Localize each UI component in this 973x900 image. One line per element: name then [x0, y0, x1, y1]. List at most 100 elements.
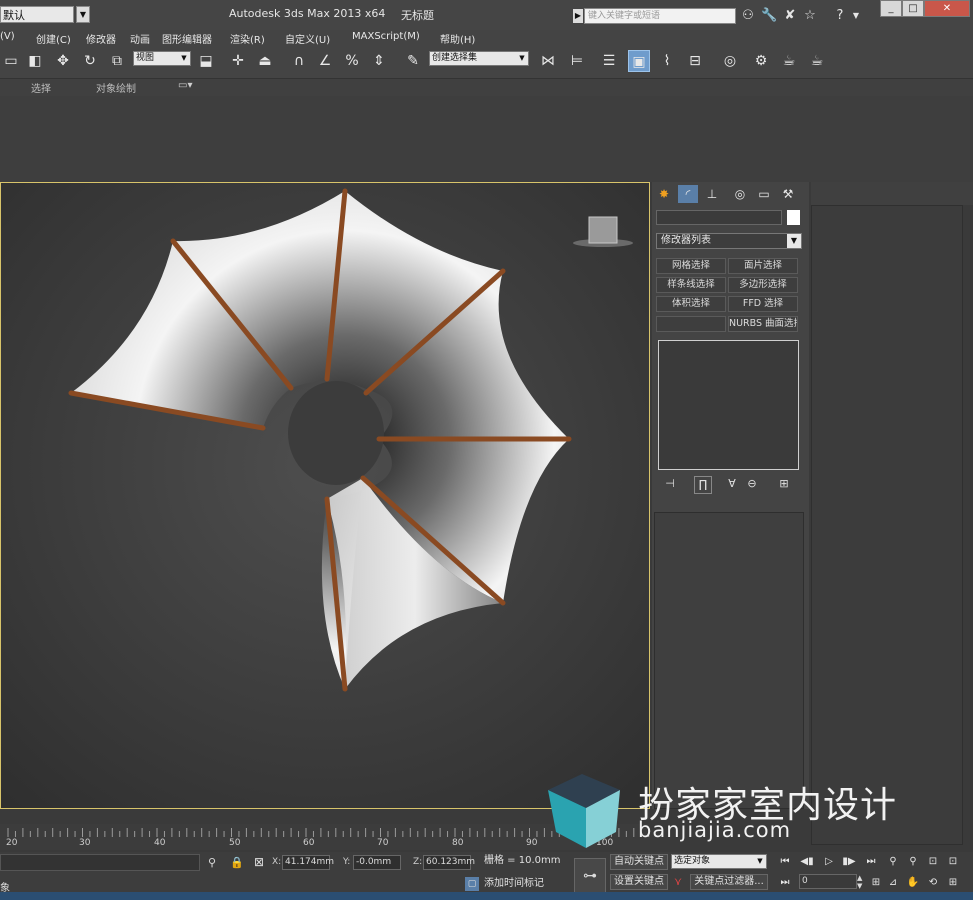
empty-modifier-button[interactable] — [656, 316, 726, 332]
patch-select-button[interactable]: 面片选择 — [728, 258, 798, 274]
help-icon[interactable]: ? — [832, 8, 848, 24]
graphite-toggle-icon[interactable]: ▣ — [628, 50, 650, 72]
create-tab-icon[interactable]: ✸ — [654, 185, 674, 203]
previous-frame-icon[interactable]: ◀▮ — [800, 855, 814, 869]
star-icon[interactable]: ☆ — [802, 8, 818, 24]
zoom-all-icon[interactable]: ⚲ — [906, 855, 920, 869]
lock-icon[interactable]: 🔒 — [230, 856, 244, 869]
menu-create[interactable]: 创建(C) — [36, 31, 71, 46]
go-to-start-icon[interactable]: ⏮ — [778, 855, 792, 869]
align-icon[interactable]: ⊨ — [566, 50, 588, 72]
material-editor-icon[interactable]: ◎ — [719, 50, 741, 72]
field-of-view-icon[interactable]: ⊿ — [886, 876, 900, 890]
edit-named-selection-icon[interactable]: ✎ — [402, 50, 424, 72]
reference-coord-dropdown[interactable]: 视图 ▼ — [133, 51, 191, 66]
scale-icon[interactable]: ⧉ — [106, 50, 128, 72]
volume-select-button[interactable]: 体积选择 — [656, 296, 726, 312]
menu-animation[interactable]: 动画 — [130, 31, 150, 46]
display-tab-icon[interactable]: ▭ — [754, 185, 774, 203]
keyboard-shortcut-icon[interactable]: ⏏ — [254, 50, 276, 72]
search-expand-icon[interactable]: ▶ — [573, 9, 583, 23]
render-production-icon[interactable]: ☕ — [806, 50, 828, 72]
make-unique-icon[interactable]: ∀ — [724, 476, 740, 492]
percent-snap-icon[interactable]: % — [341, 50, 363, 72]
curve-editor-icon[interactable]: ⌇ — [656, 50, 678, 72]
ribbon-tab-select[interactable]: 选择 — [31, 80, 51, 95]
ribbon-tab-object-paint[interactable]: 对象绘制 — [96, 80, 136, 95]
exchange-icon[interactable]: ✘ — [782, 8, 798, 24]
menu-rendering[interactable]: 渲染(R) — [230, 31, 265, 46]
key-mode-icon[interactable]: ⏭ — [778, 876, 792, 890]
menu-view[interactable]: (V) — [0, 31, 15, 42]
help-dropdown-icon[interactable]: ▼ — [848, 8, 864, 24]
render-frame-icon[interactable]: ☕ — [778, 50, 800, 72]
y-coord-field[interactable]: -0.0mm — [353, 855, 401, 870]
minimize-button[interactable]: _ — [880, 0, 902, 17]
key-filter-dropdown[interactable]: 选定对象 ▼ — [671, 854, 767, 869]
add-time-tag-button[interactable]: 添加时间标记 — [484, 877, 554, 893]
zoom-extents-icon[interactable]: ⊡ — [926, 855, 940, 869]
isolate-icon[interactable]: ⚲ — [208, 856, 216, 869]
z-coord-field[interactable]: 60.123mm — [423, 855, 475, 870]
chevron-down-icon[interactable]: ▼ — [76, 6, 90, 23]
time-config-icon[interactable]: ⊞ — [869, 876, 883, 890]
next-frame-icon[interactable]: ▮▶ — [842, 855, 856, 869]
workspace-select[interactable]: 默认 — [0, 6, 74, 23]
utilities-tab-icon[interactable]: ⚒ — [778, 185, 798, 203]
orbit-icon[interactable]: ⟲ — [926, 876, 940, 890]
play-icon[interactable]: ▷ — [822, 855, 836, 869]
spline-select-button[interactable]: 样条线选择 — [656, 277, 726, 293]
window-crossing-icon[interactable]: ◧ — [24, 50, 46, 72]
poly-select-button[interactable]: 多边形选择 — [728, 277, 798, 293]
pin-stack-icon[interactable]: ⊣ — [662, 476, 678, 492]
layer-manager-icon[interactable]: ☰ — [598, 50, 620, 72]
object-name-field[interactable] — [656, 210, 782, 225]
remove-modifier-icon[interactable]: ⊖ — [744, 476, 760, 492]
go-to-end-icon[interactable]: ⏭ — [864, 855, 878, 869]
spinner-snap-icon[interactable]: ⇕ — [368, 50, 390, 72]
set-key-button[interactable]: 设置关键点 — [610, 874, 668, 890]
pivot-center-icon[interactable]: ⬓ — [195, 50, 217, 72]
frame-spinner-icon[interactable]: ▲ ▼ — [857, 874, 862, 890]
key-icon[interactable]: 🔧 — [761, 8, 777, 24]
modifier-stack[interactable] — [658, 340, 799, 470]
key-filters-button[interactable]: 关键点过滤器... — [690, 874, 768, 890]
object-color-swatch[interactable] — [787, 210, 800, 225]
modify-tab-icon[interactable]: ◜ — [678, 185, 698, 203]
ribbon-options-icon[interactable]: ▭▾ — [178, 80, 192, 91]
close-button[interactable]: ✕ — [924, 0, 970, 17]
select-region-icon[interactable]: ▭ — [0, 50, 22, 72]
search-input[interactable]: 键入关键字或短语 — [584, 8, 736, 24]
x-coord-field[interactable]: 41.174mm — [282, 855, 334, 870]
maximize-viewport-icon[interactable]: ⊞ — [946, 876, 960, 890]
zoom-icon[interactable]: ⚲ — [886, 855, 900, 869]
menu-modifiers[interactable]: 修改器 — [86, 31, 116, 46]
current-frame-field[interactable]: 0 — [799, 874, 857, 889]
render-setup-icon[interactable]: ⚙ — [750, 50, 772, 72]
auto-key-button[interactable]: 自动关键点 — [610, 854, 668, 870]
set-key-icon[interactable]: ⊶ — [574, 858, 606, 894]
zoom-extents-all-icon[interactable]: ⊡ — [946, 855, 960, 869]
maxscript-listener-field[interactable] — [0, 854, 200, 871]
hierarchy-tab-icon[interactable]: ⊥ — [702, 185, 722, 203]
menu-maxscript[interactable]: MAXScript(M) — [352, 31, 420, 42]
ffd-select-button[interactable]: FFD 选择 — [728, 296, 798, 312]
pan-icon[interactable]: ✋ — [906, 876, 920, 890]
binoculars-icon[interactable]: ⚇ — [740, 8, 756, 24]
snap-3d-icon[interactable]: ∩ — [288, 50, 310, 72]
absolute-mode-icon[interactable]: ⊠ — [254, 855, 264, 869]
menu-help[interactable]: 帮助(H) — [440, 31, 475, 46]
rotate-icon[interactable]: ↻ — [79, 50, 101, 72]
nurbs-surface-select-button[interactable]: NURBS 曲面选择 — [728, 316, 798, 332]
modifier-list-dropdown[interactable]: 修改器列表 ▼ — [656, 233, 802, 249]
named-selection-dropdown[interactable]: 创建选择集 ▼ — [429, 51, 529, 66]
maximize-button[interactable]: □ — [902, 0, 924, 17]
angle-snap-icon[interactable]: ∠ — [314, 50, 336, 72]
menu-graph-editors[interactable]: 图形编辑器 — [162, 31, 212, 46]
mesh-select-button[interactable]: 网格选择 — [656, 258, 726, 274]
perspective-viewport[interactable] — [0, 182, 650, 809]
motion-tab-icon[interactable]: ◎ — [730, 185, 750, 203]
configure-sets-icon[interactable]: ⊞ — [776, 476, 792, 492]
select-manipulate-icon[interactable]: ✛ — [227, 50, 249, 72]
move-icon[interactable]: ✥ — [52, 50, 74, 72]
